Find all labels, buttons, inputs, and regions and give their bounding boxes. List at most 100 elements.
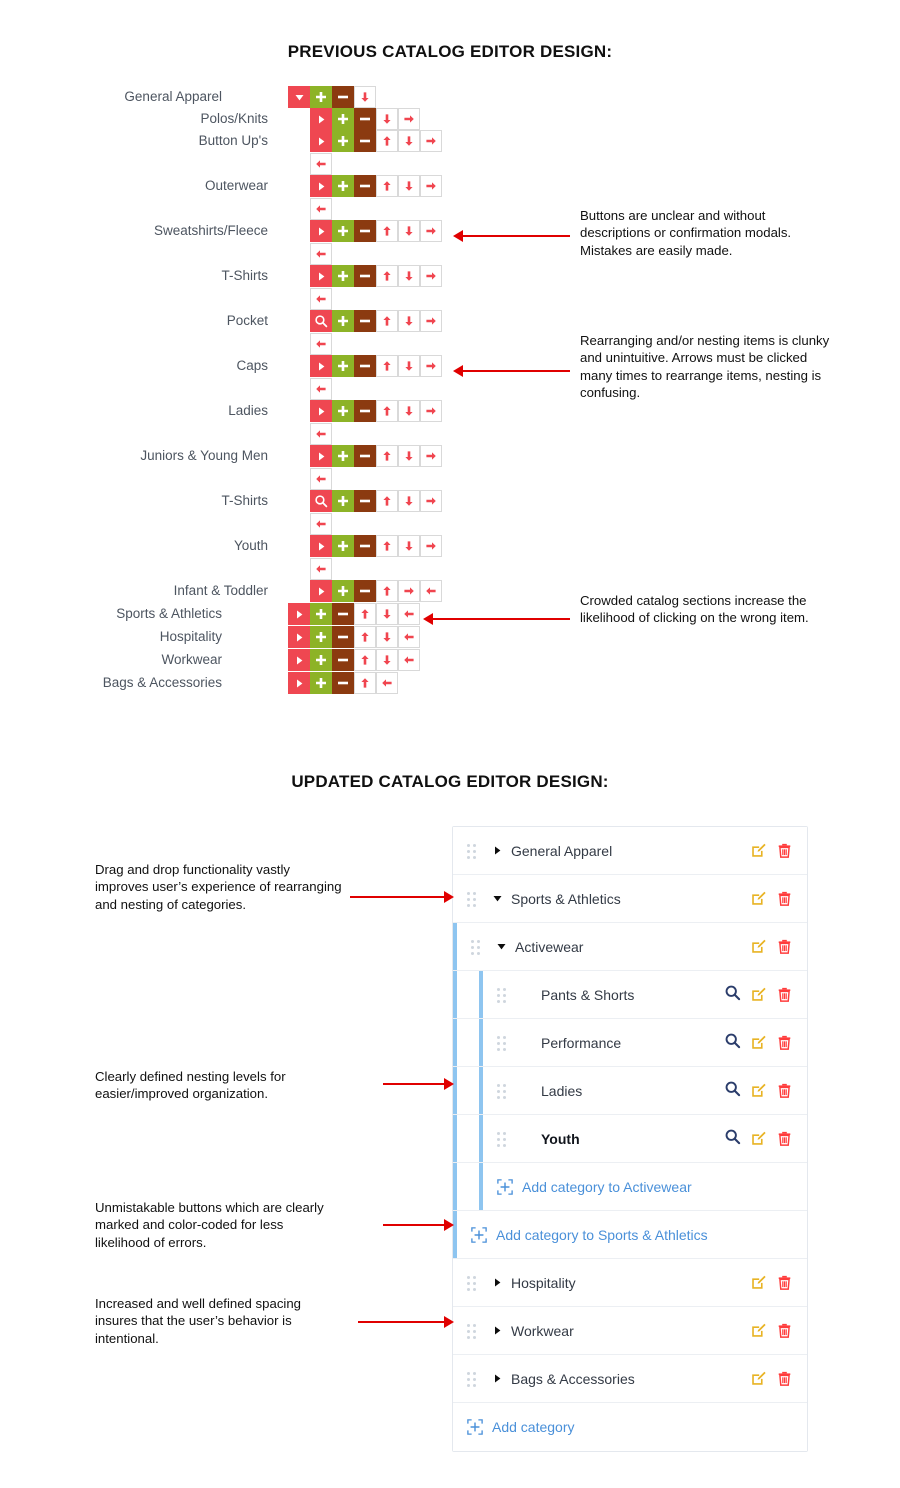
- delete-icon[interactable]: [776, 1082, 793, 1099]
- indent-button[interactable]: [310, 288, 332, 310]
- remove-button[interactable]: [354, 130, 376, 152]
- move-up-button[interactable]: [376, 490, 398, 512]
- remove-button[interactable]: [332, 649, 354, 671]
- move-down-button[interactable]: [354, 86, 376, 108]
- expand-toggle-button[interactable]: [310, 130, 332, 152]
- add-button[interactable]: [310, 626, 332, 648]
- add-button[interactable]: [332, 265, 354, 287]
- remove-button[interactable]: [332, 672, 354, 694]
- add-button[interactable]: [310, 603, 332, 625]
- expand-toggle-button[interactable]: [288, 672, 310, 694]
- add-button[interactable]: [332, 130, 354, 152]
- outdent-button[interactable]: [420, 445, 442, 467]
- move-down-button[interactable]: [398, 265, 420, 287]
- move-down-button[interactable]: [398, 400, 420, 422]
- move-up-button[interactable]: [376, 130, 398, 152]
- delete-icon[interactable]: [776, 938, 793, 955]
- delete-icon[interactable]: [776, 842, 793, 859]
- move-up-button[interactable]: [376, 265, 398, 287]
- move-up-button[interactable]: [376, 355, 398, 377]
- remove-button[interactable]: [332, 626, 354, 648]
- drag-handle-icon[interactable]: [467, 1371, 481, 1387]
- delete-icon[interactable]: [776, 1274, 793, 1291]
- add-button[interactable]: [332, 580, 354, 602]
- add-button[interactable]: [310, 672, 332, 694]
- remove-button[interactable]: [354, 355, 376, 377]
- add-button[interactable]: [332, 310, 354, 332]
- delete-icon[interactable]: [776, 1370, 793, 1387]
- search-icon[interactable]: [724, 984, 741, 1006]
- indent-button[interactable]: [310, 378, 332, 400]
- add-button[interactable]: [310, 649, 332, 671]
- move-up-button[interactable]: [354, 603, 376, 625]
- outdent-button[interactable]: [420, 310, 442, 332]
- outdent-button[interactable]: [420, 175, 442, 197]
- indent-button[interactable]: [310, 198, 332, 220]
- move-down-button[interactable]: [376, 649, 398, 671]
- expand-toggle-button[interactable]: [310, 265, 332, 287]
- remove-button[interactable]: [354, 220, 376, 242]
- move-down-button[interactable]: [398, 355, 420, 377]
- indent-button[interactable]: [398, 626, 420, 648]
- add-category-button[interactable]: Add category: [467, 1419, 575, 1435]
- chevron-right-icon[interactable]: [491, 845, 503, 856]
- remove-button[interactable]: [354, 175, 376, 197]
- move-down-button[interactable]: [398, 310, 420, 332]
- move-up-button[interactable]: [376, 220, 398, 242]
- indent-button[interactable]: [310, 558, 332, 580]
- add-button[interactable]: [332, 175, 354, 197]
- remove-button[interactable]: [354, 108, 376, 130]
- move-up-button[interactable]: [376, 310, 398, 332]
- search-button[interactable]: [310, 310, 332, 332]
- move-down-button[interactable]: [376, 603, 398, 625]
- delete-icon[interactable]: [776, 1322, 793, 1339]
- remove-button[interactable]: [354, 265, 376, 287]
- add-button[interactable]: [332, 400, 354, 422]
- move-down-button[interactable]: [398, 220, 420, 242]
- expand-toggle-button[interactable]: [288, 649, 310, 671]
- search-button[interactable]: [310, 490, 332, 512]
- drag-handle-icon[interactable]: [467, 1323, 481, 1339]
- expand-toggle-button[interactable]: [310, 400, 332, 422]
- search-icon[interactable]: [724, 1128, 741, 1150]
- move-up-button[interactable]: [354, 649, 376, 671]
- move-down-button[interactable]: [398, 490, 420, 512]
- add-button[interactable]: [332, 355, 354, 377]
- indent-button[interactable]: [398, 603, 420, 625]
- drag-handle-icon[interactable]: [467, 891, 481, 907]
- expand-toggle-button[interactable]: [310, 535, 332, 557]
- expand-toggle-button[interactable]: [310, 220, 332, 242]
- edit-icon[interactable]: [750, 1370, 767, 1387]
- chevron-right-icon[interactable]: [491, 1373, 503, 1384]
- move-down-button[interactable]: [376, 108, 398, 130]
- move-up-button[interactable]: [376, 535, 398, 557]
- add-category-row[interactable]: Add category to Sports & Athletics: [453, 1211, 807, 1259]
- indent-button[interactable]: [310, 153, 332, 175]
- move-down-button[interactable]: [398, 535, 420, 557]
- drag-handle-icon[interactable]: [471, 939, 485, 955]
- expand-toggle-button[interactable]: [288, 86, 310, 108]
- outdent-button[interactable]: [420, 265, 442, 287]
- drag-handle-icon[interactable]: [467, 843, 481, 859]
- add-category-button[interactable]: Add category to Activewear: [497, 1179, 692, 1195]
- edit-icon[interactable]: [750, 890, 767, 907]
- edit-icon[interactable]: [750, 1322, 767, 1339]
- move-down-button[interactable]: [398, 130, 420, 152]
- expand-toggle-button[interactable]: [310, 580, 332, 602]
- chevron-down-icon[interactable]: [495, 941, 507, 952]
- expand-toggle-button[interactable]: [310, 108, 332, 130]
- delete-icon[interactable]: [776, 986, 793, 1003]
- delete-icon[interactable]: [776, 1034, 793, 1051]
- move-up-button[interactable]: [376, 580, 398, 602]
- add-button[interactable]: [332, 445, 354, 467]
- add-button[interactable]: [332, 490, 354, 512]
- delete-icon[interactable]: [776, 1130, 793, 1147]
- remove-button[interactable]: [332, 603, 354, 625]
- expand-toggle-button[interactable]: [288, 626, 310, 648]
- remove-button[interactable]: [354, 400, 376, 422]
- indent-button[interactable]: [398, 649, 420, 671]
- add-button[interactable]: [332, 220, 354, 242]
- move-up-button[interactable]: [376, 175, 398, 197]
- edit-icon[interactable]: [750, 842, 767, 859]
- add-category-button[interactable]: Add category to Sports & Athletics: [471, 1227, 708, 1243]
